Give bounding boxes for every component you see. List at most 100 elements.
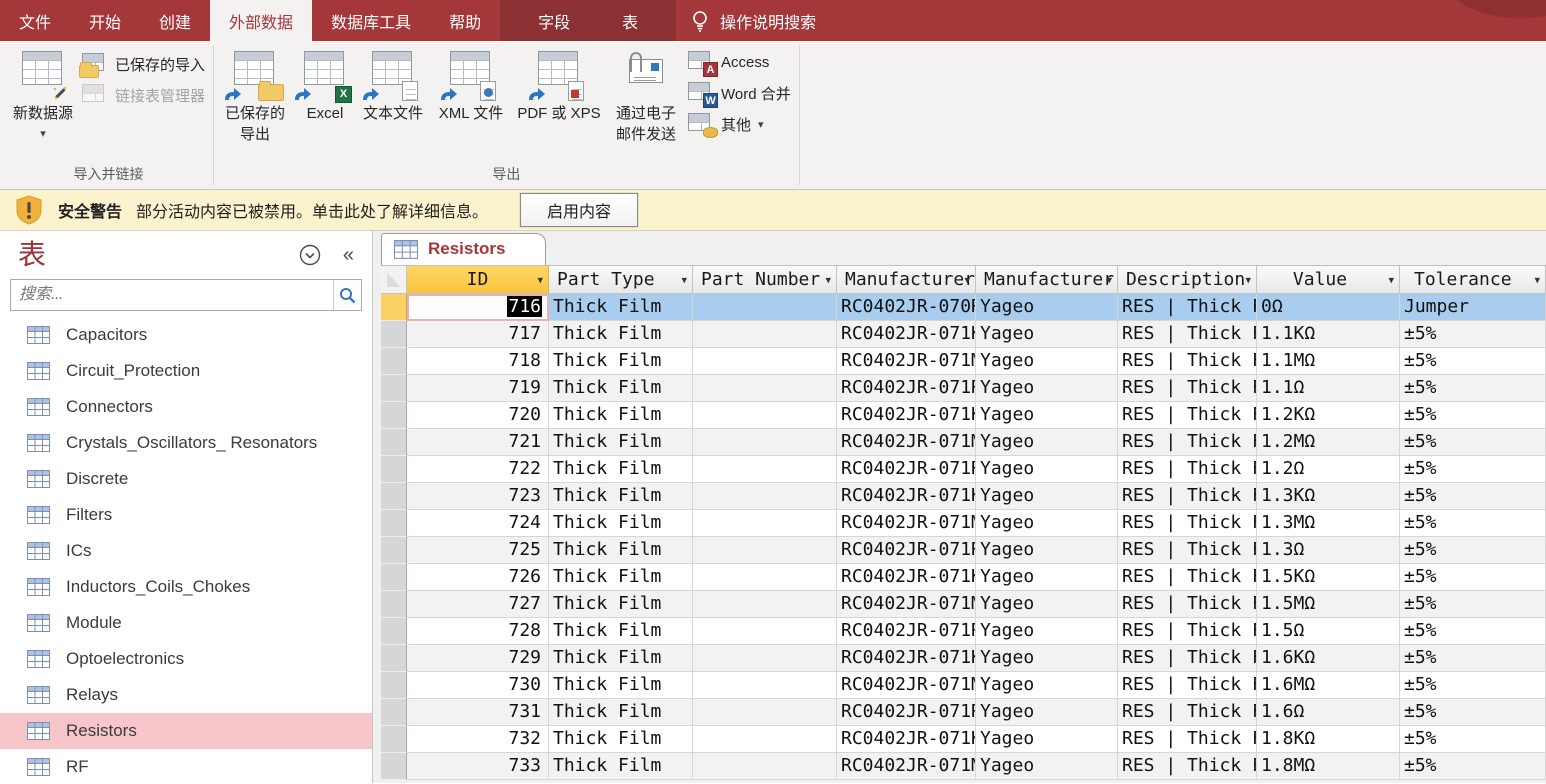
cell-manufacturer-part[interactable]: RC0402JR-070R [837, 294, 976, 321]
sidebar-table-item[interactable]: RF [0, 749, 372, 783]
cell-manufacturer[interactable]: Yageo [976, 510, 1118, 537]
cell-tolerance[interactable]: Jumper [1400, 294, 1546, 321]
cell-part-type[interactable]: Thick Film [549, 672, 693, 699]
enable-content-button[interactable]: 启用内容 [520, 193, 638, 227]
cell-id[interactable]: 727 [407, 591, 549, 618]
column-header[interactable]: Manufacturer ▾ [976, 266, 1118, 294]
column-header[interactable]: Tolerance ▾ [1400, 266, 1546, 294]
record-selector[interactable] [381, 483, 407, 510]
column-header[interactable]: ID ▾ [407, 266, 549, 294]
cell-id[interactable]: 719 [407, 375, 549, 402]
cell-manufacturer[interactable]: Yageo [976, 483, 1118, 510]
sidebar-table-item[interactable]: Filters [0, 497, 372, 533]
cell-part-number[interactable] [693, 537, 837, 564]
cell-value[interactable]: 1.6MΩ [1257, 672, 1400, 699]
menu-tab[interactable]: 文件 [0, 0, 70, 41]
cell-part-number[interactable] [693, 645, 837, 672]
cell-description[interactable]: RES | Thick Fil [1118, 591, 1257, 618]
cell-manufacturer-part[interactable]: RC0402JR-071M [837, 510, 976, 537]
cell-manufacturer-part[interactable]: RC0402JR-071R [837, 699, 976, 726]
cell-tolerance[interactable]: ±5% [1400, 429, 1546, 456]
cell-part-type[interactable]: Thick Film [549, 591, 693, 618]
cell-manufacturer-part[interactable]: RC0402JR-071K [837, 726, 976, 753]
shutter-bar-collapse-icon[interactable]: « [343, 244, 354, 267]
cell-id[interactable]: 717 [407, 321, 549, 348]
cell-part-type[interactable]: Thick Film [549, 618, 693, 645]
cell-value[interactable]: 1.1MΩ [1257, 348, 1400, 375]
filter-dropdown-icon[interactable]: ▾ [1245, 273, 1251, 286]
menu-tab[interactable]: 外部数据 [210, 0, 312, 41]
cell-value[interactable]: 1.1Ω [1257, 375, 1400, 402]
cell-manufacturer-part[interactable]: RC0402JR-071M [837, 591, 976, 618]
cell-part-type[interactable]: Thick Film [549, 699, 693, 726]
record-selector[interactable] [381, 510, 407, 537]
cell-part-type[interactable]: Thick Film [549, 429, 693, 456]
cell-description[interactable]: RES | Thick Fil [1118, 618, 1257, 645]
record-selector[interactable] [381, 672, 407, 699]
cell-part-number[interactable] [693, 510, 837, 537]
export-excel-button[interactable]: X Excel [294, 49, 356, 126]
cell-description[interactable]: RES | Thick Fil [1118, 537, 1257, 564]
cell-manufacturer-part[interactable]: RC0402JR-071R [837, 618, 976, 645]
cell-part-type[interactable]: Thick Film [549, 402, 693, 429]
cell-id[interactable]: 721 [407, 429, 549, 456]
cell-id[interactable]: 725 [407, 537, 549, 564]
cell-tolerance[interactable]: ±5% [1400, 510, 1546, 537]
record-selector[interactable] [381, 726, 407, 753]
record-selector[interactable] [381, 537, 407, 564]
cell-description[interactable]: RES | Thick Fil [1118, 294, 1257, 321]
cell-description[interactable]: RES | Thick Fil [1118, 645, 1257, 672]
contextual-menu-tab[interactable]: 表 [596, 0, 664, 41]
menu-tab[interactable]: 帮助 [430, 0, 500, 41]
select-all-corner[interactable] [381, 266, 407, 294]
cell-tolerance[interactable]: ±5% [1400, 537, 1546, 564]
cell-id[interactable]: 718 [407, 348, 549, 375]
cell-description[interactable]: RES | Thick Fil [1118, 429, 1257, 456]
cell-description[interactable]: RES | Thick Fil [1118, 699, 1257, 726]
column-header[interactable]: Description ▾ [1118, 266, 1257, 294]
contextual-menu-tab[interactable]: 字段 [512, 0, 596, 41]
cell-value[interactable]: 1.5KΩ [1257, 564, 1400, 591]
cell-part-type[interactable]: Thick Film [549, 375, 693, 402]
cell-manufacturer-part[interactable]: RC0402JR-071K [837, 483, 976, 510]
export-access-button[interactable]: A Access [688, 51, 791, 73]
filter-dropdown-icon[interactable]: ▾ [1388, 273, 1394, 286]
cell-manufacturer-part[interactable]: RC0402JR-071R [837, 537, 976, 564]
cell-manufacturer[interactable]: Yageo [976, 618, 1118, 645]
cell-value[interactable]: 1.3MΩ [1257, 510, 1400, 537]
cell-manufacturer-part[interactable]: RC0402JR-071R [837, 456, 976, 483]
cell-manufacturer-part[interactable]: RC0402JR-071M [837, 672, 976, 699]
cell-part-type[interactable]: Thick Film [549, 510, 693, 537]
cell-manufacturer[interactable]: Yageo [976, 564, 1118, 591]
cell-part-type[interactable]: Thick Film [549, 456, 693, 483]
cell-description[interactable]: RES | Thick Fil [1118, 456, 1257, 483]
cell-manufacturer[interactable]: Yageo [976, 537, 1118, 564]
cell-manufacturer[interactable]: Yageo [976, 402, 1118, 429]
saved-imports-button[interactable]: 已保存的导入 [82, 53, 205, 75]
record-selector[interactable] [381, 429, 407, 456]
export-pdf-xps-button[interactable]: PDF 或 XPS [512, 49, 606, 126]
record-selector[interactable] [381, 294, 407, 321]
cell-id[interactable]: 724 [407, 510, 549, 537]
cell-part-number[interactable] [693, 753, 837, 780]
cell-part-type[interactable]: Thick Film [549, 294, 693, 321]
nav-search-button[interactable] [333, 280, 361, 310]
cell-tolerance[interactable]: ±5% [1400, 753, 1546, 780]
cell-id[interactable]: 732 [407, 726, 549, 753]
cell-value[interactable]: 1.1KΩ [1257, 321, 1400, 348]
cell-description[interactable]: RES | Thick Fil [1118, 672, 1257, 699]
cell-value[interactable]: 1.2KΩ [1257, 402, 1400, 429]
cell-manufacturer[interactable]: Yageo [976, 699, 1118, 726]
sidebar-table-item[interactable]: Relays [0, 677, 372, 713]
cell-tolerance[interactable]: ±5% [1400, 348, 1546, 375]
filter-dropdown-icon[interactable]: ▾ [537, 273, 543, 286]
cell-part-type[interactable]: Thick Film [549, 753, 693, 780]
cell-part-number[interactable] [693, 618, 837, 645]
cell-description[interactable]: RES | Thick Fil [1118, 402, 1257, 429]
sidebar-table-item[interactable]: Capacitors [0, 317, 372, 353]
cell-tolerance[interactable]: ±5% [1400, 672, 1546, 699]
cell-id[interactable]: 728 [407, 618, 549, 645]
cell-value[interactable]: 1.8KΩ [1257, 726, 1400, 753]
cell-part-number[interactable] [693, 375, 837, 402]
cell-manufacturer[interactable]: Yageo [976, 429, 1118, 456]
